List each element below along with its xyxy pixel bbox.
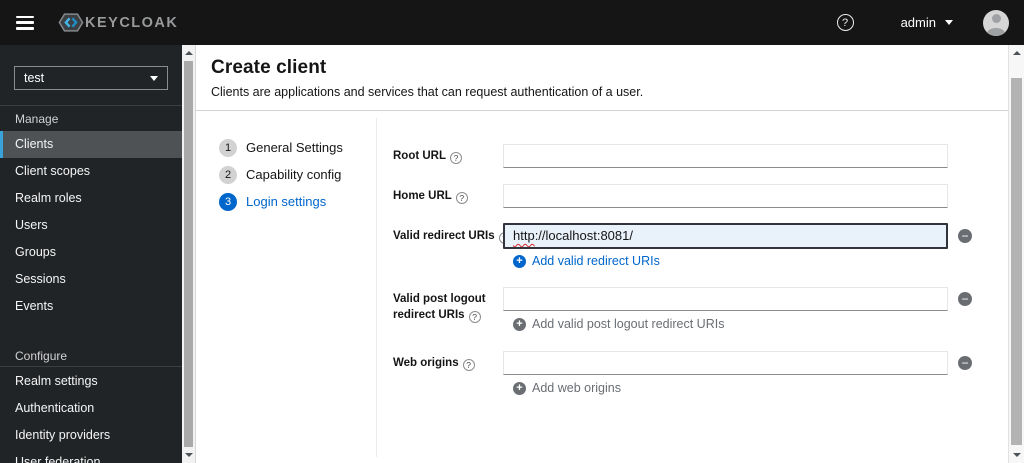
main-scrollbar[interactable] <box>1008 45 1024 463</box>
masthead: KEYCLOAK ? admin <box>0 0 1024 45</box>
sidebar-item-groups[interactable]: Groups <box>0 239 182 266</box>
url-rest: ://localhost:8081/ <box>534 228 633 243</box>
url-scheme: http <box>513 228 535 243</box>
plus-circle-icon: + <box>513 381 526 395</box>
step-label: Login settings <box>246 194 327 209</box>
add-valid-redirect-uris-link[interactable]: + Add valid redirect URIs <box>513 254 660 268</box>
sidebar-item-identity-providers[interactable]: Identity providers <box>0 422 182 449</box>
sidebar-item-realm-roles[interactable]: Realm roles <box>0 185 182 212</box>
chevron-down-icon <box>150 75 158 81</box>
sidebar: test Manage Clients Client scopes Realm … <box>0 45 182 463</box>
page-title: Create client <box>211 57 327 78</box>
chevron-down-icon <box>945 20 953 25</box>
sidebar-item-realm-settings[interactable]: Realm settings <box>0 368 182 395</box>
wizard-nav: 1 General Settings 2 Capability config 3… <box>196 111 377 463</box>
scroll-up-icon[interactable] <box>185 51 193 55</box>
sidebar-scrollbar[interactable] <box>182 45 196 463</box>
user-menu[interactable]: admin <box>901 15 953 30</box>
step-number: 2 <box>219 165 237 184</box>
sidebar-section-manage: Manage <box>15 112 59 126</box>
valid-post-logout-redirect-uris-input[interactable] <box>503 287 948 311</box>
nav-toggle-icon[interactable] <box>16 15 36 30</box>
help-icon[interactable]: ? <box>455 192 468 204</box>
scroll-down-icon[interactable] <box>185 453 193 457</box>
sidebar-item-sessions[interactable]: Sessions <box>0 266 182 293</box>
username: admin <box>900 15 936 30</box>
valid-post-logout-redirect-uris-label: Valid post logout redirect URIs? <box>393 293 486 323</box>
hamburger-bar <box>16 21 34 24</box>
brand-text: KEYCLOAK <box>85 14 179 31</box>
step-number: 1 <box>219 138 237 157</box>
sidebar-item-events[interactable]: Events <box>0 293 182 320</box>
page-header: Create client Clients are applications a… <box>196 45 1008 110</box>
page-subtitle: Clients are applications and services th… <box>211 85 644 99</box>
home-url-input[interactable] <box>503 184 948 208</box>
sidebar-item-client-scopes[interactable]: Client scopes <box>0 158 182 185</box>
step-number: 3 <box>219 192 237 211</box>
valid-redirect-uris-label: Valid redirect URIs? <box>393 228 515 244</box>
page-body: 1 General Settings 2 Capability config 3… <box>196 111 1008 463</box>
sidebar-item-clients[interactable]: Clients <box>0 131 182 158</box>
scrollbar-thumb[interactable] <box>184 61 193 447</box>
plus-circle-icon: + <box>513 317 526 331</box>
step-label: Capability config <box>246 167 342 182</box>
wizard-step-login-settings[interactable]: 3 Login settings <box>196 188 377 215</box>
root-url-label: Root URL? <box>393 148 515 164</box>
remove-redirect-uri-icon[interactable]: − <box>958 229 972 243</box>
web-origins-input[interactable] <box>503 351 948 375</box>
keycloak-admin-console: KEYCLOAK ? admin test Manage Clients Cli… <box>0 0 1024 463</box>
sidebar-item-users[interactable]: Users <box>0 212 182 239</box>
home-url-label: Home URL? <box>393 188 515 204</box>
realm-selector-value: test <box>24 71 45 85</box>
help-icon[interactable]: ? <box>836 14 854 31</box>
wizard-step-general-settings[interactable]: 1 General Settings <box>196 134 377 161</box>
add-web-origins-link[interactable]: + Add web origins <box>513 381 621 395</box>
valid-redirect-uris-input[interactable]: http://localhost:8081/ <box>503 223 948 249</box>
scroll-up-icon[interactable] <box>1013 51 1021 55</box>
realm-selector[interactable]: test <box>14 66 168 90</box>
root-url-input[interactable] <box>503 144 948 168</box>
web-origins-label: Web origins? <box>393 355 515 371</box>
masthead-right: ? admin <box>836 9 1024 36</box>
help-icon[interactable]: ? <box>450 152 463 164</box>
keycloak-logo: KEYCLOAK <box>58 11 178 34</box>
scrollbar-thumb[interactable] <box>1011 78 1022 445</box>
step-label: General Settings <box>246 140 343 155</box>
sidebar-divider <box>0 366 182 367</box>
sidebar-section-configure: Configure <box>15 349 68 363</box>
main-content: Create client Clients are applications a… <box>196 45 1008 463</box>
help-icon[interactable]: ? <box>462 359 475 371</box>
sidebar-item-authentication[interactable]: Authentication <box>0 395 182 422</box>
scroll-down-icon[interactable] <box>1013 453 1021 457</box>
help-icon[interactable]: ? <box>468 311 481 323</box>
add-valid-post-logout-redirect-uris-link[interactable]: + Add valid post logout redirect URIs <box>513 317 724 331</box>
plus-circle-icon: + <box>513 254 526 268</box>
hamburger-bar <box>16 27 34 30</box>
login-settings-form: Root URL? Home URL? Valid redirect URIs?… <box>377 111 1008 463</box>
hamburger-bar <box>16 15 34 18</box>
sidebar-item-user-federation[interactable]: User federation <box>0 449 182 463</box>
wizard-step-capability-config[interactable]: 2 Capability config <box>196 161 377 188</box>
remove-web-origin-icon[interactable]: − <box>958 356 972 370</box>
keycloak-logo-icon <box>58 13 84 32</box>
avatar[interactable] <box>983 9 1009 36</box>
remove-post-logout-uri-icon[interactable]: − <box>958 292 972 306</box>
